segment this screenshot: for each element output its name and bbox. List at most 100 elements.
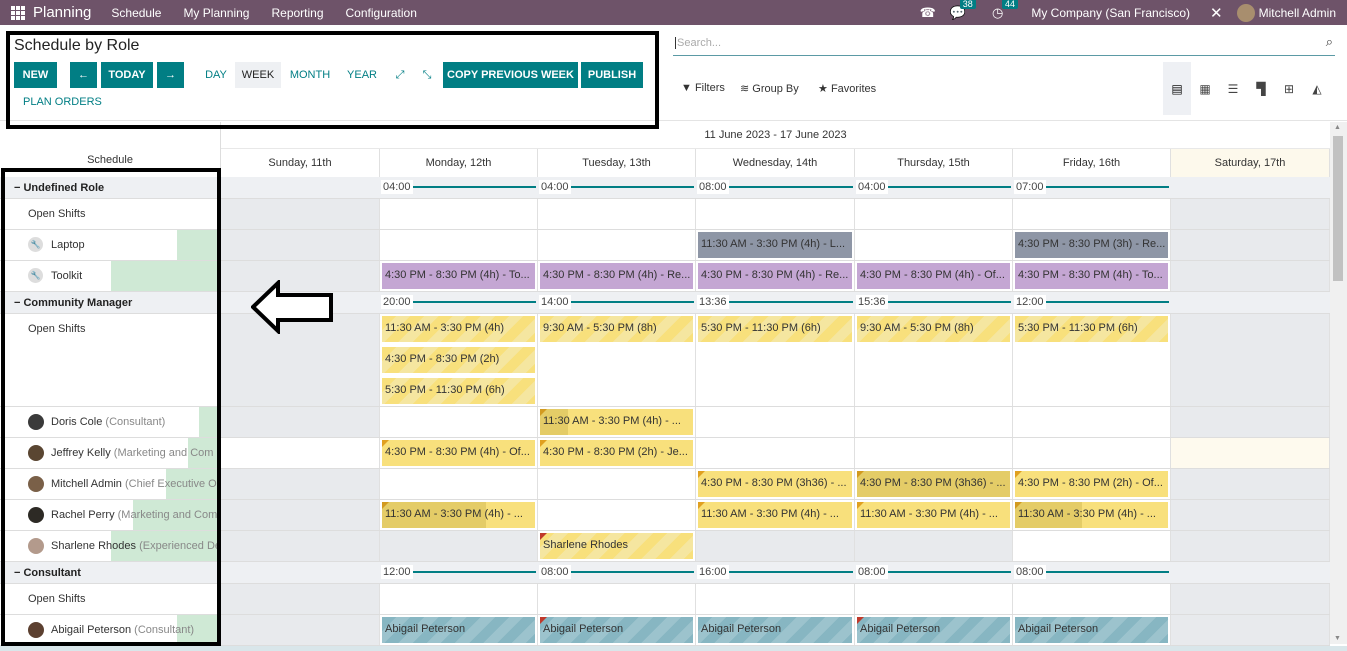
gantt-cell[interactable]: 4:30 PM - 8:30 PM (2h) - Of... — [1013, 469, 1171, 499]
shift-pill[interactable]: 4:30 PM - 8:30 PM (2h) — [382, 347, 535, 373]
gantt-cell[interactable] — [221, 438, 380, 468]
gantt-cell[interactable] — [696, 438, 855, 468]
gantt-cell[interactable]: 11:30 AM - 3:30 PM (4h) - L... — [696, 230, 855, 260]
shift-pill[interactable]: 4:30 PM - 8:30 PM (3h36) - ... — [857, 471, 1010, 497]
shift-pill[interactable]: 5:30 PM - 11:30 PM (6h) — [1015, 316, 1168, 342]
gantt-cell[interactable] — [380, 199, 538, 229]
calendar-view-icon[interactable]: ▦ — [1191, 62, 1219, 115]
shift-pill[interactable]: Abigail Peterson — [698, 617, 852, 643]
company-switcher[interactable]: My Company (San Francisco) — [1031, 6, 1190, 20]
shift-pill[interactable]: 4:30 PM - 8:30 PM (4h) - To... — [1015, 263, 1168, 289]
gantt-cell[interactable] — [380, 407, 538, 437]
gantt-cell[interactable] — [1171, 438, 1330, 468]
gantt-cell[interactable] — [1013, 407, 1171, 437]
gantt-cell[interactable] — [538, 584, 696, 614]
gantt-cell[interactable]: 4:30 PM - 8:30 PM (4h) - Of... — [380, 438, 538, 468]
menu-schedule[interactable]: Schedule — [111, 6, 161, 20]
shift-pill[interactable]: 9:30 AM - 5:30 PM (8h) — [540, 316, 693, 342]
gantt-cell[interactable] — [696, 531, 855, 561]
shift-pill[interactable]: Sharlene Rhodes — [540, 533, 693, 559]
gantt-cell[interactable] — [380, 531, 538, 561]
gantt-cell[interactable]: 9:30 AM - 5:30 PM (8h) — [538, 314, 696, 406]
search-icon[interactable]: ⌕ — [1326, 34, 1333, 50]
gantt-cell[interactable] — [538, 469, 696, 499]
gantt-cell[interactable]: 11:30 AM - 3:30 PM (4h) - ... — [538, 407, 696, 437]
gantt-cell[interactable]: 4:30 PM - 8:30 PM (3h36) - ... — [696, 469, 855, 499]
gantt-cell[interactable] — [221, 469, 380, 499]
gantt-cell[interactable]: Abigail Peterson — [380, 615, 538, 645]
shift-pill[interactable]: 4:30 PM - 8:30 PM (2h) - Of... — [1015, 471, 1168, 497]
gantt-cell[interactable]: 5:30 PM - 11:30 PM (6h) — [1013, 314, 1171, 406]
shift-pill[interactable]: Abigail Peterson — [857, 617, 1010, 643]
favorites-button[interactable]: ★ Favorites — [818, 82, 876, 95]
gantt-cell[interactable]: Abigail Peterson — [855, 615, 1013, 645]
gantt-cell[interactable] — [1171, 314, 1330, 406]
gantt-cell[interactable] — [1171, 469, 1330, 499]
gantt-cell[interactable] — [696, 407, 855, 437]
gantt-cell[interactable]: 4:30 PM - 8:30 PM (4h) - Of... — [855, 261, 1013, 291]
filters-button[interactable]: ▼ Filters — [681, 82, 725, 94]
shift-pill[interactable]: 4:30 PM - 8:30 PM (2h) - Je... — [540, 440, 693, 466]
gantt-cell[interactable]: 4:30 PM - 8:30 PM (4h) - Re... — [696, 261, 855, 291]
gantt-cell[interactable] — [1171, 230, 1330, 260]
app-name[interactable]: Planning — [33, 4, 91, 21]
gantt-cell[interactable] — [855, 438, 1013, 468]
gantt-cell[interactable] — [1171, 407, 1330, 437]
menu-my-planning[interactable]: My Planning — [183, 6, 249, 20]
gantt-cell[interactable] — [221, 500, 380, 530]
vertical-scrollbar[interactable]: ▲ ▼ — [1330, 122, 1347, 644]
shift-pill[interactable]: 11:30 AM - 3:30 PM (4h) - L... — [698, 232, 852, 258]
gantt-cell[interactable] — [221, 199, 380, 229]
gantt-cell[interactable] — [1013, 531, 1171, 561]
shift-pill[interactable]: 5:30 PM - 11:30 PM (6h) — [382, 378, 535, 404]
search-input[interactable]: Search... ⌕ — [673, 32, 1335, 56]
shift-pill[interactable]: 4:30 PM - 8:30 PM (4h) - Re... — [540, 263, 693, 289]
gantt-cell[interactable] — [1013, 199, 1171, 229]
gantt-cell[interactable]: 4:30 PM - 8:30 PM (3h36) - ... — [855, 469, 1013, 499]
gantt-cell[interactable] — [696, 199, 855, 229]
gantt-cell[interactable]: 11:30 AM - 3:30 PM (4h) - ... — [855, 500, 1013, 530]
gantt-cell[interactable] — [1013, 438, 1171, 468]
gantt-cell[interactable]: 11:30 AM - 3:30 PM (4h) 4:30 PM - 8:30 PM… — [380, 314, 538, 406]
shift-pill[interactable]: 4:30 PM - 8:30 PM (3h) - Re... — [1015, 232, 1168, 258]
gantt-cell[interactable] — [538, 230, 696, 260]
scrollbar-thumb[interactable] — [1333, 136, 1343, 281]
shift-pill[interactable]: 11:30 AM - 3:30 PM (4h) - ... — [540, 409, 693, 435]
shift-pill[interactable]: 11:30 AM - 3:30 PM (4h) - ... — [857, 502, 1010, 528]
scroll-up-icon[interactable]: ▲ — [1334, 124, 1341, 131]
shift-pill[interactable]: 4:30 PM - 8:30 PM (4h) - To... — [382, 263, 535, 289]
gantt-cell[interactable] — [855, 230, 1013, 260]
shift-pill[interactable]: 4:30 PM - 8:30 PM (4h) - Re... — [698, 263, 852, 289]
gantt-cell[interactable] — [1171, 584, 1330, 614]
gantt-cell[interactable] — [221, 584, 380, 614]
gantt-cell[interactable]: 4:30 PM - 8:30 PM (4h) - To... — [380, 261, 538, 291]
menu-reporting[interactable]: Reporting — [271, 6, 323, 20]
activities-icon[interactable]: ◷ 44 — [992, 0, 1018, 21]
gantt-cell[interactable] — [696, 584, 855, 614]
graph-view-icon[interactable]: ◭ — [1303, 62, 1331, 115]
messages-icon[interactable]: 💬 38 — [950, 0, 976, 21]
app-menu-icon[interactable] — [11, 5, 25, 20]
gantt-cell[interactable] — [855, 584, 1013, 614]
gantt-cell[interactable]: 11:30 AM - 3:30 PM (4h) - ... — [1013, 500, 1171, 530]
group-by-button[interactable]: ≋ Group By — [740, 82, 799, 95]
shift-pill[interactable]: 4:30 PM - 8:30 PM (3h36) - ... — [698, 471, 852, 497]
shift-pill[interactable]: 5:30 PM - 11:30 PM (6h) — [698, 316, 852, 342]
gantt-cell[interactable] — [1171, 500, 1330, 530]
gantt-cell[interactable]: 9:30 AM - 5:30 PM (8h) — [855, 314, 1013, 406]
user-menu[interactable]: Mitchell Admin — [1259, 6, 1336, 20]
shift-pill[interactable]: Abigail Peterson — [1015, 617, 1168, 643]
phone-icon[interactable]: ☎ — [920, 5, 936, 21]
gantt-cell[interactable] — [380, 469, 538, 499]
gantt-cell[interactable] — [855, 407, 1013, 437]
gantt-cell[interactable]: 11:30 AM - 3:30 PM (4h) - ... — [696, 500, 855, 530]
scroll-down-icon[interactable]: ▼ — [1334, 635, 1341, 642]
gantt-cell[interactable] — [1171, 531, 1330, 561]
user-avatar[interactable] — [1236, 3, 1255, 22]
gantt-cell[interactable]: Abigail Peterson — [696, 615, 855, 645]
gantt-cell[interactable]: Abigail Peterson — [1013, 615, 1171, 645]
shift-pill[interactable]: 11:30 AM - 3:30 PM (4h) - ... — [1015, 502, 1168, 528]
gantt-cell[interactable]: 4:30 PM - 8:30 PM (4h) - Re... — [538, 261, 696, 291]
shift-pill[interactable]: 11:30 AM - 3:30 PM (4h) — [382, 316, 535, 342]
shift-pill[interactable]: Abigail Peterson — [540, 617, 693, 643]
